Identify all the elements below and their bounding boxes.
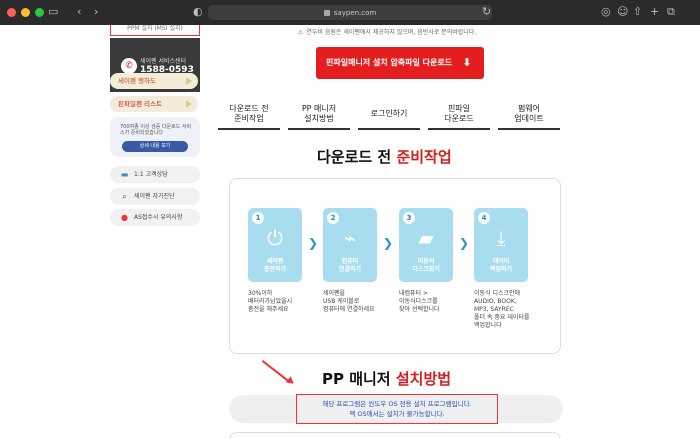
step-description: 세이펜을 USB 케이블로 컴퓨터에 연결하세요 xyxy=(323,290,375,313)
step-card-find-disk: 3 ▰ 이동식 디스크찾기 xyxy=(399,208,453,282)
sidebar-item-label: 세이펜 행하도 xyxy=(118,77,156,85)
section-title-install: PP 매니저 설치방법 xyxy=(322,370,452,388)
usb-cable-icon: ⌁ xyxy=(343,226,357,250)
sidebar-item-help[interactable]: 세이펜 행하도 xyxy=(110,73,198,89)
tab-prep[interactable]: 다운로드 전 준비작업 xyxy=(218,100,280,130)
card-detail-button[interactable]: 상세 내용 보기 xyxy=(122,141,188,152)
url-text: saypen.com xyxy=(333,8,377,17)
download-service-card: 700여종 이상 검증 다운로드 서비스가 준비되었습니다 상세 내용 보기 xyxy=(110,117,200,157)
tab-firmware[interactable]: 펌웨어 업데이트 xyxy=(498,100,560,130)
highlighted-sidebar-item[interactable]: PPM 설치 (MSI 설치) xyxy=(110,25,200,36)
step-label: 컴퓨터 연결하기 xyxy=(338,258,362,273)
notice-text: ⚠ 연두비 음원은 세이펜에서 제공하지 않으며, 음반사로 문의바랍니다. xyxy=(298,29,477,36)
forward-icon[interactable]: › xyxy=(94,5,98,19)
next-panel xyxy=(229,432,561,438)
warning-icon: ⚠ xyxy=(298,29,304,36)
extension-icon[interactable]: ◎ xyxy=(601,5,611,19)
tab-install[interactable]: PP 매니저 설치방법 xyxy=(288,100,350,130)
address-bar[interactable]: saypen.com xyxy=(208,5,492,20)
minimize-window-button[interactable] xyxy=(21,8,30,17)
sidebar-item-as-notice[interactable]: ● AS접수시 유의사항 xyxy=(110,209,200,226)
new-tab-icon[interactable]: + xyxy=(650,5,659,19)
play-triangle-icon xyxy=(186,100,192,108)
download-icon: ⬇ xyxy=(462,56,472,69)
window-controls xyxy=(7,8,44,17)
step-description: 30%이하 배터리가남았을시 충전을 해주세요 xyxy=(248,290,293,313)
tab-pinfile-download[interactable]: 핀파일 다운로드 xyxy=(428,100,490,130)
sidebar-item-label: 핀파일펜 리스트 xyxy=(118,100,162,108)
step-description: 이동식 디스크안에 AUDIO, BOOK, MP3, SAYREC 폴더 속 … xyxy=(474,290,530,329)
back-icon[interactable]: ‹ xyxy=(77,5,81,19)
close-window-button[interactable] xyxy=(7,8,16,17)
chevron-right-icon: ❯ xyxy=(383,236,394,250)
folder-icon: ▰ xyxy=(418,226,434,250)
alert-icon: ● xyxy=(121,213,128,222)
guide-tabs: 다운로드 전 준비작업 PP 매니저 설치방법 로그인하기 핀파일 다운로드 펌… xyxy=(218,100,564,130)
shield-icon[interactable]: ◐ xyxy=(193,5,203,19)
tab-overview-icon[interactable]: ⧉ xyxy=(667,5,675,19)
annotation-arrow-head xyxy=(285,376,297,387)
sidebar-item-pinfile-list[interactable]: 핀파일펜 리스트 xyxy=(110,96,198,112)
tab-login[interactable]: 로그인하기 xyxy=(358,100,420,130)
download-button-label: 핀파일매니저 설치 압축파일 다운로드 xyxy=(326,58,453,67)
play-triangle-icon xyxy=(186,77,192,85)
step-label: 이동식 디스크찾기 xyxy=(412,258,440,273)
step-label: 세이펜 충전하기 xyxy=(263,258,287,273)
step-number: 3 xyxy=(403,212,415,224)
step-number: 4 xyxy=(478,212,490,224)
step-number: 1 xyxy=(252,212,264,224)
section-title-prep: 다운로드 전 준비작업 xyxy=(317,148,452,166)
step-number: 2 xyxy=(327,212,339,224)
phone-icon: ✆ xyxy=(121,58,137,74)
sidebar-item-label: 세이펜 자가진단 xyxy=(134,193,175,200)
download-tray-icon: ⤓ xyxy=(496,226,506,250)
annotation-arrow xyxy=(262,360,290,383)
sidebar-item-label: AS접수시 유의사항 xyxy=(134,214,183,221)
step-label: 데이터 백업하기 xyxy=(489,258,513,273)
sidebar-item-self-diagnosis[interactable]: ⌕ 세이펜 자가진단 xyxy=(110,188,200,205)
plug-icon: ⏻ xyxy=(267,226,283,250)
search-icon: ⌕ xyxy=(122,192,127,201)
info-line: 해당 프로그램은 윈도우 OS 전용 설치 프로그램입니다. xyxy=(322,400,472,408)
lock-icon xyxy=(323,9,330,16)
step-card-connect: 2 ⌁ 컴퓨터 연결하기 xyxy=(323,208,377,282)
card-text: 700여종 이상 검증 다운로드 서비스가 준비되었습니다 xyxy=(120,124,192,136)
step-description: 내컴퓨터 > 이동식디스크를 찾아 선택합니다 xyxy=(399,290,440,313)
chat-icon: ▬ xyxy=(120,170,129,179)
browser-toolbar: ▭ ‹ › ◐ saypen.com ↻ ◎ ☺ ⇧ + ⧉ xyxy=(0,0,700,25)
zoom-window-button[interactable] xyxy=(35,8,44,17)
sidebar-toggle-icon[interactable]: ▭ xyxy=(48,5,58,19)
reload-icon[interactable]: ↻ xyxy=(482,5,491,19)
account-icon[interactable]: ☺ xyxy=(617,5,628,19)
step-card-backup: 4 ⤓ 데이터 백업하기 xyxy=(474,208,528,282)
download-installer-button[interactable]: 핀파일매니저 설치 압축파일 다운로드 ⬇ xyxy=(316,47,484,79)
info-line: 맥 OS에서는 설치가 불가능합니다. xyxy=(349,410,445,418)
chevron-right-icon: ❯ xyxy=(459,236,470,250)
sidebar-item-label: 1:1 고객상담 xyxy=(134,171,168,178)
chevron-right-icon: ❯ xyxy=(308,236,319,250)
share-icon[interactable]: ⇧ xyxy=(633,5,642,19)
sidebar-item-consult[interactable]: ▬ 1:1 고객상담 xyxy=(110,166,200,183)
windows-only-notice: 해당 프로그램은 윈도우 OS 전용 설치 프로그램입니다. 맥 OS에서는 설… xyxy=(296,394,498,424)
step-card-charge: 1 ⏻ 세이펜 충전하기 xyxy=(248,208,302,282)
cs-title: 세이펜 서비스센터 xyxy=(140,58,187,65)
